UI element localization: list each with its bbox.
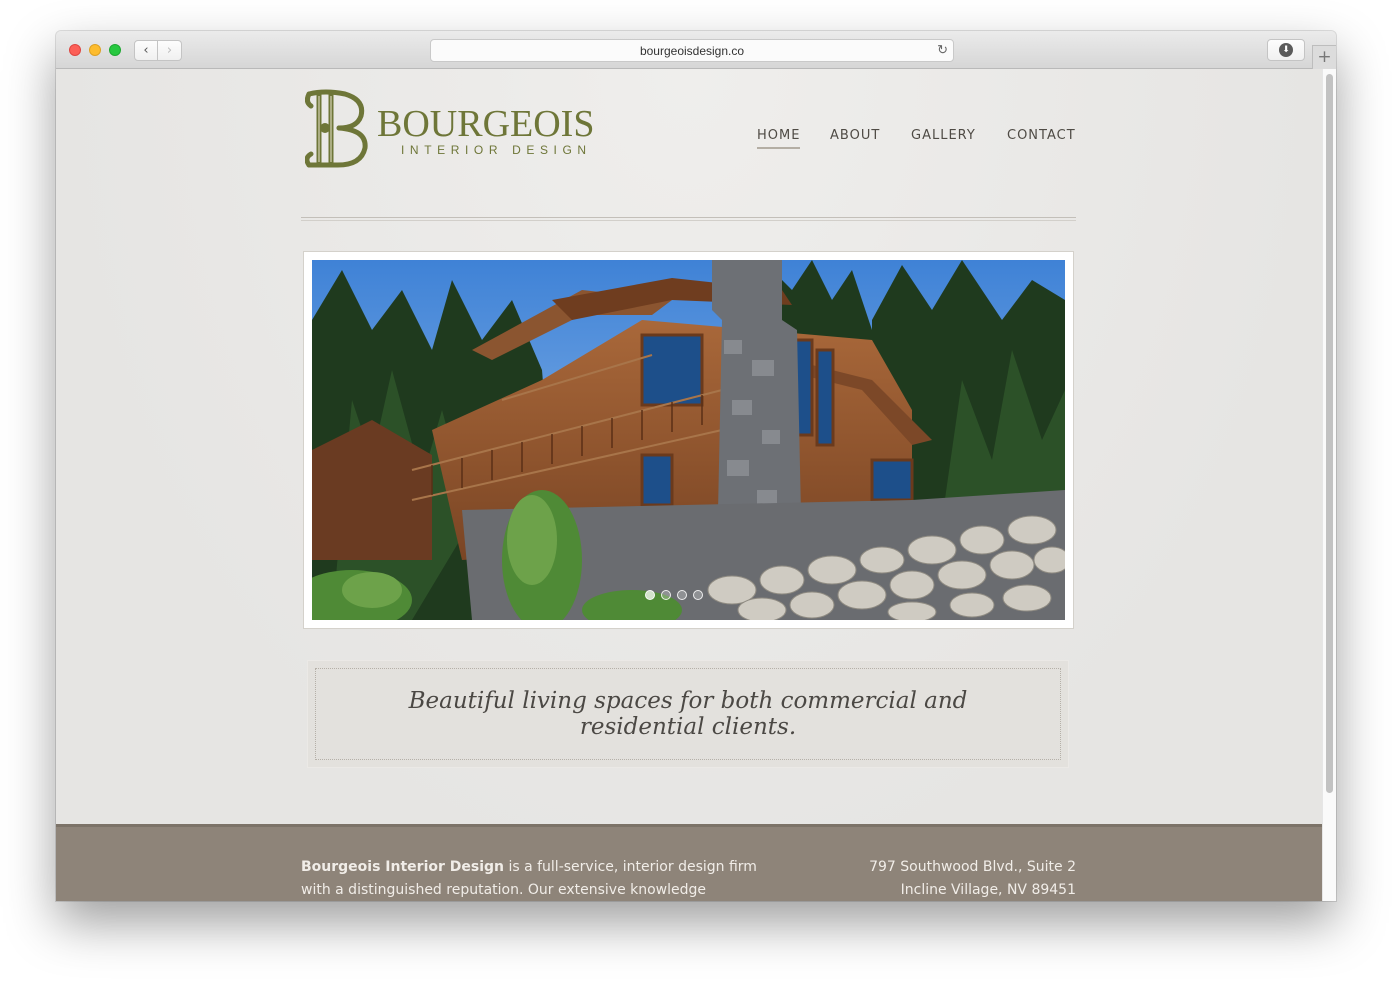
brand-name: BOURGEOIS [377, 103, 595, 145]
site-footer: Bourgeois Interior Design is a full-serv… [56, 824, 1322, 901]
chevron-right-icon: › [166, 43, 173, 58]
header-divider [301, 217, 1076, 218]
image-slider[interactable] [303, 251, 1074, 629]
close-window-button[interactable] [69, 44, 81, 56]
footer-address: 797 Southwood Blvd., Suite 2 Incline Vil… [869, 856, 1076, 901]
download-icon: ⬇ [1279, 43, 1293, 57]
footer-address-line-2: Incline Village, NV 89451 [900, 882, 1076, 898]
minimize-window-button[interactable] [89, 44, 101, 56]
footer-about: Bourgeois Interior Design is a full-serv… [301, 856, 771, 901]
header-divider-secondary [301, 220, 1076, 221]
forward-button[interactable]: › [158, 40, 182, 61]
brand-logo[interactable]: BOURGEOIS INTERIOR DESIGN [305, 88, 605, 170]
new-tab-button[interactable]: + [1312, 45, 1336, 69]
slide-image-mountain-house [312, 260, 1065, 620]
slider-dot-4[interactable] [693, 590, 703, 600]
address-bar[interactable]: bourgeoisdesign.co ↻ [430, 39, 954, 62]
reload-icon[interactable]: ↻ [937, 42, 948, 58]
address-url: bourgeoisdesign.co [639, 43, 745, 58]
slider-dot-3[interactable] [677, 590, 687, 600]
nav-home-link[interactable]: HOME [757, 128, 801, 149]
tagline-box: Beautiful living spaces for both commerc… [307, 660, 1069, 768]
monogram-b-icon [305, 89, 368, 168]
nav-gallery-link[interactable]: GALLERY [911, 128, 976, 143]
footer-company-name: Bourgeois Interior Design [301, 859, 504, 875]
slider-pagination [645, 590, 703, 600]
chevron-left-icon: ‹ [143, 43, 149, 58]
nav-contact-link[interactable]: CONTACT [1007, 128, 1076, 143]
slider-dot-1[interactable] [645, 590, 655, 600]
brand-tagline: INTERIOR DESIGN [401, 143, 592, 157]
browser-window: ‹ › bourgeoisdesign.co ↻ ⬇ + BOURGEOIS I… [56, 31, 1336, 901]
vertical-scrollbar[interactable] [1322, 69, 1336, 901]
downloads-button[interactable]: ⬇ [1267, 39, 1305, 61]
web-page: BOURGEOIS INTERIOR DESIGN HOME ABOUT GAL… [56, 69, 1322, 901]
nav-about-link[interactable]: ABOUT [830, 128, 880, 143]
slider-dot-2[interactable] [661, 590, 671, 600]
tagline-text: Beautiful living spaces for both commerc… [315, 668, 1061, 760]
zoom-window-button[interactable] [109, 44, 121, 56]
back-button[interactable]: ‹ [134, 40, 158, 61]
scrollbar-thumb[interactable] [1326, 74, 1333, 793]
footer-address-line-1: 797 Southwood Blvd., Suite 2 [869, 859, 1076, 875]
browser-toolbar: ‹ › bourgeoisdesign.co ↻ ⬇ + [56, 31, 1336, 69]
